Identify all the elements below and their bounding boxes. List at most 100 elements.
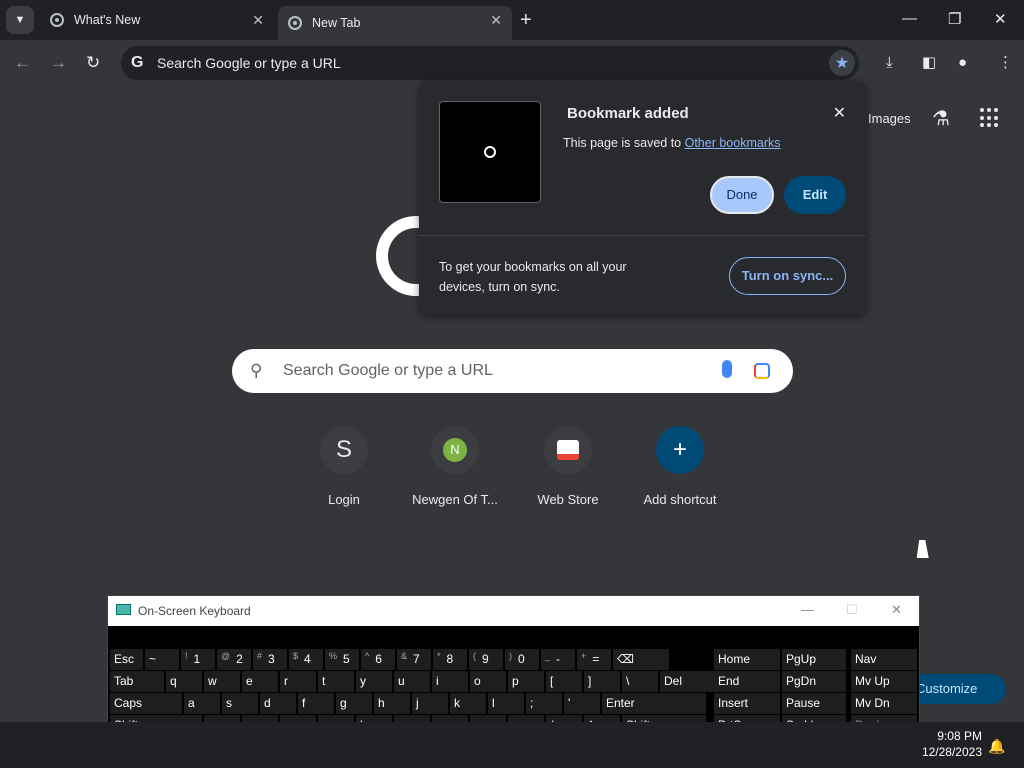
osk-key[interactable]: p: [508, 671, 544, 692]
osk-key[interactable]: Insert: [714, 693, 780, 714]
close-icon[interactable]: ✕: [833, 103, 846, 123]
osk-key[interactable]: _ -: [541, 649, 575, 670]
osk-key[interactable]: k: [450, 693, 486, 714]
tab-title: What's New: [74, 13, 141, 27]
minimize-icon[interactable]: —: [902, 10, 917, 27]
osk-key[interactable]: ! 1: [181, 649, 215, 670]
osk-key[interactable]: ^ 6: [361, 649, 395, 670]
osk-key[interactable]: Esc: [110, 649, 143, 670]
window-close-icon[interactable]: ✕: [994, 10, 1007, 28]
osk-key[interactable]: ) 0: [505, 649, 539, 670]
shortcut-icon: S: [320, 426, 368, 474]
osk-key[interactable]: Tab: [110, 671, 164, 692]
osk-key[interactable]: #3: [253, 649, 287, 670]
google-icon: G: [131, 54, 144, 71]
osk-key[interactable]: ⌫: [613, 649, 669, 670]
osk-key[interactable]: ]: [584, 671, 620, 692]
osk-key[interactable]: Enter: [602, 693, 706, 714]
reload-icon[interactable]: ↻: [86, 53, 100, 73]
bookmark-star-icon[interactable]: ★: [829, 50, 855, 76]
restore-icon[interactable]: ❐: [948, 10, 961, 28]
osk-key[interactable]: % 5: [325, 649, 359, 670]
osk-key[interactable]: d: [260, 693, 296, 714]
close-icon[interactable]: ✕: [891, 602, 902, 618]
osk-key[interactable]: ~: [145, 649, 179, 670]
apps-grid-icon[interactable]: [980, 108, 1000, 128]
labs-flask-icon[interactable]: ⚗: [932, 106, 950, 131]
back-icon[interactable]: ←: [14, 53, 31, 73]
osk-key[interactable]: (9: [469, 649, 503, 670]
close-tab-icon[interactable]: ✕: [490, 12, 502, 29]
osk-key[interactable]: u: [394, 671, 430, 692]
osk-key[interactable]: End: [714, 671, 780, 692]
edit-button[interactable]: Edit: [784, 176, 846, 214]
osk-key[interactable]: e: [242, 671, 278, 692]
osk-key[interactable]: & 7: [397, 649, 431, 670]
shortcut-label: Web Store: [537, 492, 599, 507]
profile-icon[interactable]: ●: [958, 54, 967, 72]
osk-key[interactable]: [: [546, 671, 582, 692]
ntp-search-box[interactable]: ⚲ Search Google or type a URL: [232, 349, 793, 393]
osk-key[interactable]: a: [184, 693, 220, 714]
menu-icon[interactable]: ⋮: [998, 54, 1013, 72]
osk-key[interactable]: w: [204, 671, 240, 692]
tab-title: New Tab: [312, 16, 361, 30]
forward-icon[interactable]: →: [50, 53, 67, 73]
osk-key[interactable]: h: [374, 693, 410, 714]
omnibox[interactable]: G Search Google or type a URL ★: [121, 46, 859, 80]
done-button[interactable]: Done: [710, 176, 774, 214]
osk-key[interactable]: g: [336, 693, 372, 714]
tab-new-tab[interactable]: New Tab ✕: [278, 6, 512, 40]
shortcut-web-store[interactable]: Web Store: [520, 426, 616, 507]
tab-strip: ▼ What's New ✕ New Tab ✕ + — ❐ ✕: [0, 0, 1024, 40]
osk-key[interactable]: Del: [660, 671, 714, 692]
osk-key[interactable]: ;: [526, 693, 562, 714]
osk-key[interactable]: @2: [217, 649, 251, 670]
tab-whats-new[interactable]: What's New ✕: [40, 0, 274, 40]
customize-chrome-button[interactable]: Customize Chrome: [906, 674, 1006, 704]
side-panel-icon[interactable]: ◧: [922, 54, 936, 72]
new-tab-button[interactable]: +: [520, 10, 532, 30]
folder-link[interactable]: Other bookmarks: [685, 136, 781, 150]
microphone-icon[interactable]: [722, 360, 732, 378]
download-icon[interactable]: ⤓: [886, 54, 893, 72]
osk-key[interactable]: PgDn: [782, 671, 846, 692]
osk-key[interactable]: * 8: [433, 649, 467, 670]
osk-key[interactable]: y: [356, 671, 392, 692]
osk-key[interactable]: + =: [577, 649, 611, 670]
turn-on-sync-button[interactable]: Turn on sync...: [729, 257, 846, 295]
osk-key[interactable]: f: [298, 693, 334, 714]
osk-key[interactable]: Mv Dn: [851, 693, 917, 714]
osk-key[interactable]: PgUp: [782, 649, 846, 670]
osk-title-bar[interactable]: On-Screen Keyboard — ☐ ✕: [108, 596, 919, 626]
osk-key[interactable]: Mv Up: [851, 671, 917, 692]
shortcut-add[interactable]: + Add shortcut: [632, 426, 728, 507]
osk-key[interactable]: Home: [714, 649, 780, 670]
osk-key[interactable]: i: [432, 671, 468, 692]
osk-key[interactable]: ': [564, 693, 600, 714]
osk-key[interactable]: $4: [289, 649, 323, 670]
osk-key[interactable]: l: [488, 693, 524, 714]
minimize-icon[interactable]: —: [801, 602, 814, 617]
osk-key[interactable]: o: [470, 671, 506, 692]
osk-key[interactable]: Pause: [782, 693, 846, 714]
osk-key[interactable]: Nav: [851, 649, 917, 670]
shortcut-login[interactable]: S Login: [296, 426, 392, 507]
shortcut-label: Newgen Of T...: [412, 492, 498, 507]
close-tab-icon[interactable]: ✕: [252, 12, 264, 29]
chrome-icon: [288, 16, 302, 30]
clock[interactable]: 9:08 PM 12/28/2023: [916, 728, 982, 760]
osk-key[interactable]: r: [280, 671, 316, 692]
osk-key[interactable]: Caps: [110, 693, 182, 714]
tab-search-button[interactable]: ▼: [6, 6, 34, 34]
osk-key[interactable]: \: [622, 671, 658, 692]
shortcut-label: Login: [328, 492, 360, 507]
osk-key[interactable]: j: [412, 693, 448, 714]
osk-key[interactable]: t: [318, 671, 354, 692]
notification-bell-icon[interactable]: 🔔: [988, 738, 1005, 755]
osk-key[interactable]: q: [166, 671, 202, 692]
images-link[interactable]: Images: [868, 111, 911, 126]
google-lens-icon[interactable]: [754, 363, 770, 379]
osk-key[interactable]: s: [222, 693, 258, 714]
shortcut-newgen[interactable]: N Newgen Of T...: [407, 426, 503, 507]
